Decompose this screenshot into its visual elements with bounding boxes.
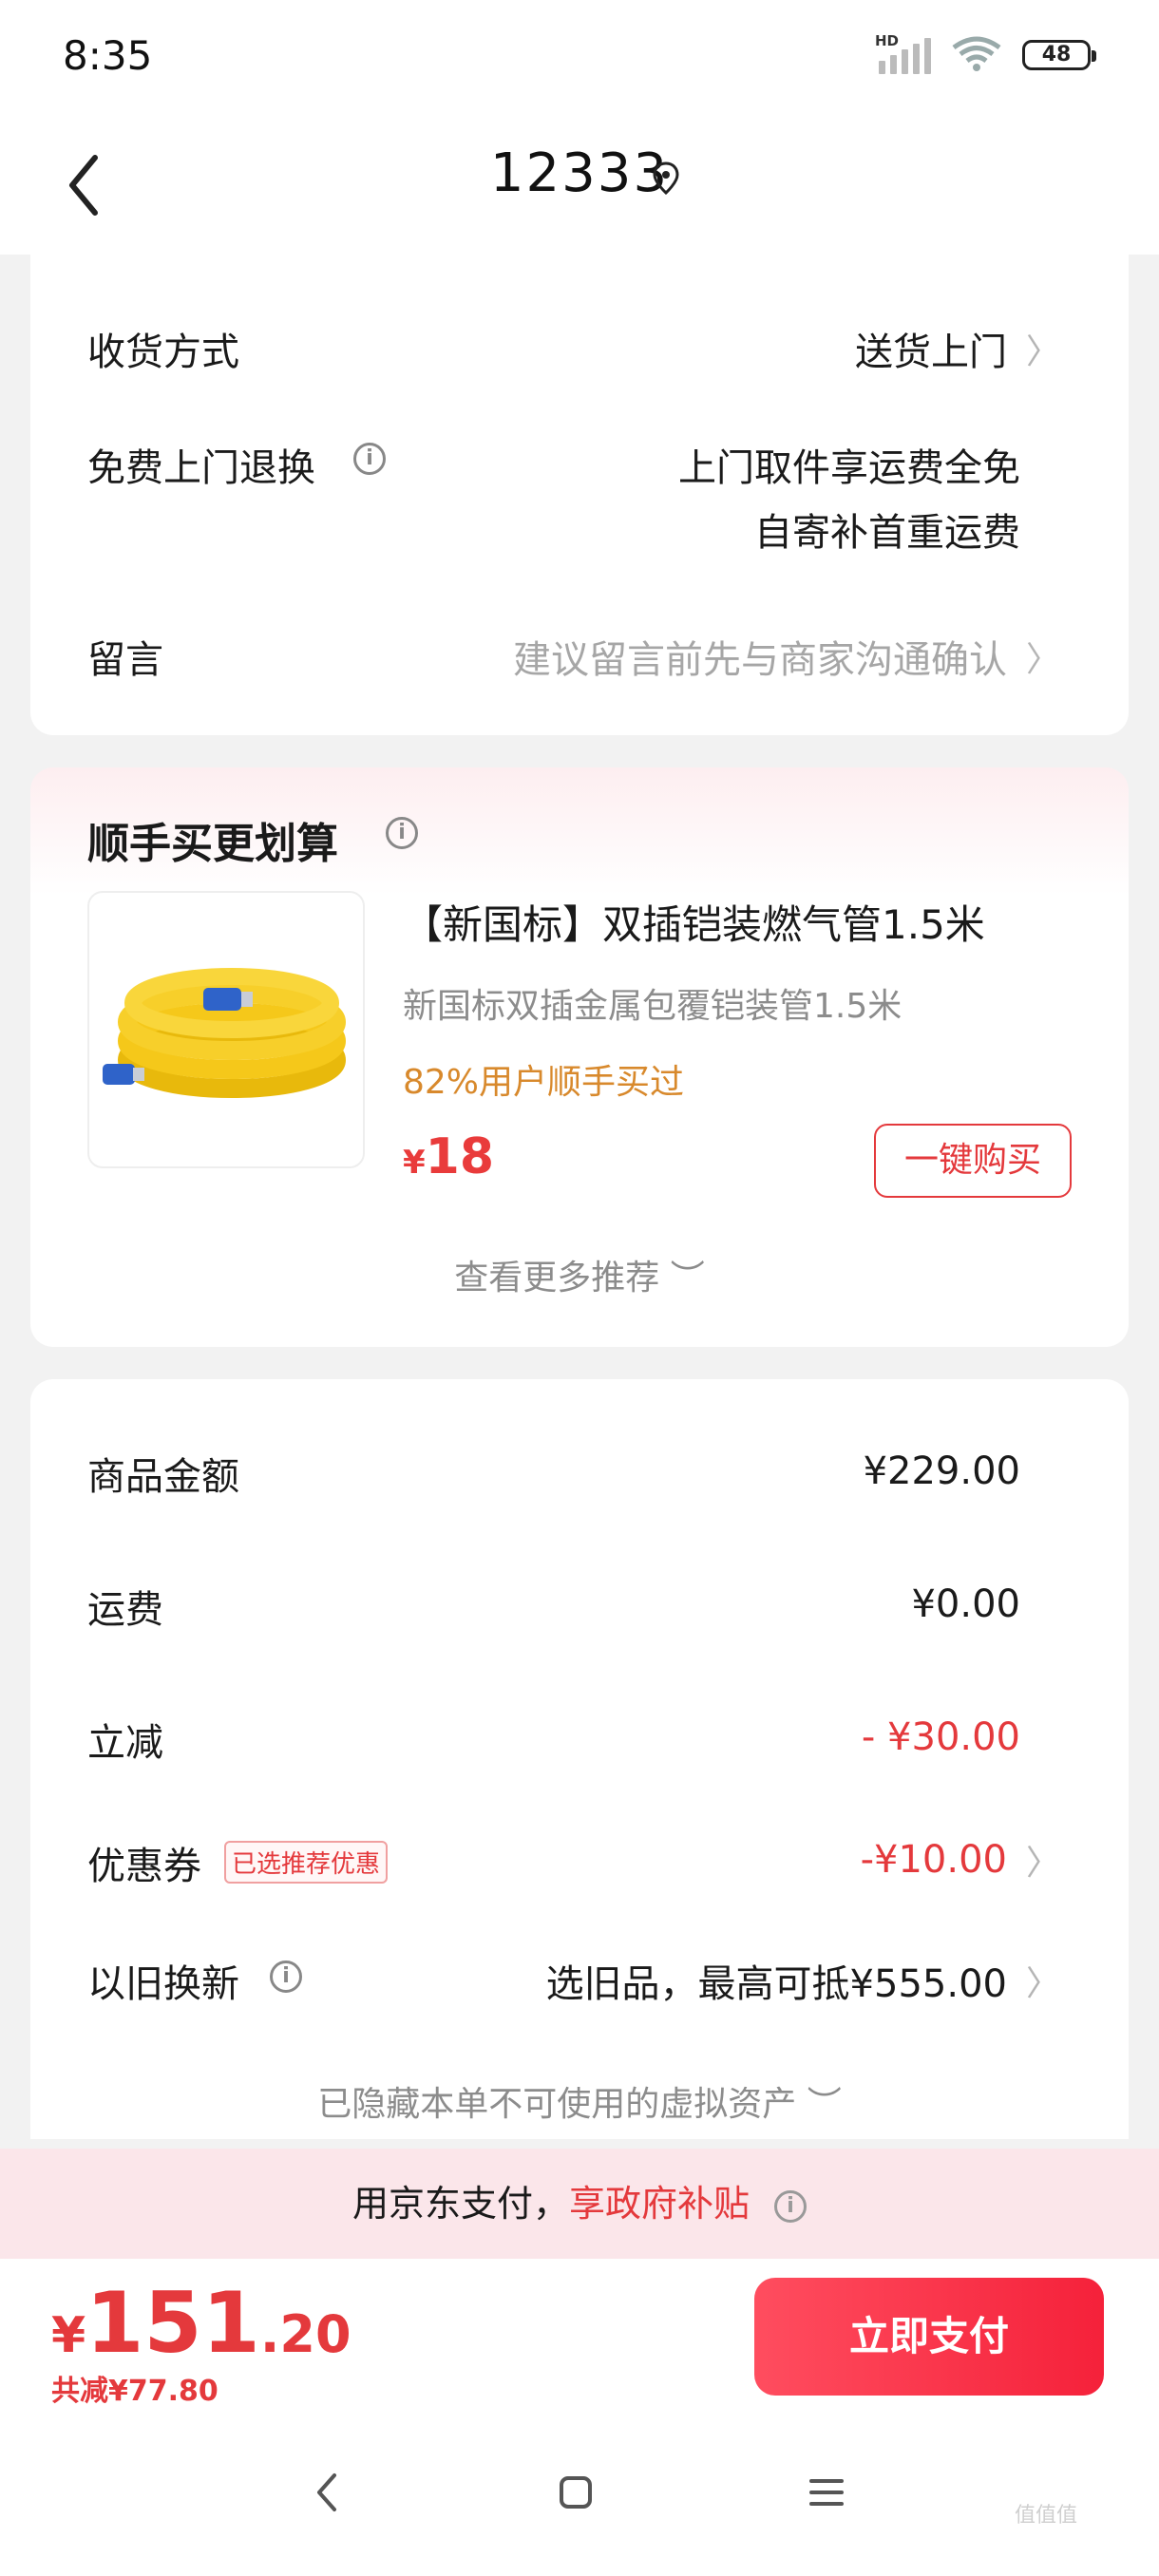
delivery-method-selector[interactable]: 送货上门 〉 xyxy=(855,321,1060,376)
info-icon[interactable]: i xyxy=(386,817,418,849)
info-icon[interactable]: i xyxy=(774,2189,808,2223)
product-image[interactable] xyxy=(87,891,365,1168)
pay-now-button[interactable]: 立即支付 xyxy=(754,2278,1104,2396)
message-input[interactable]: 建议留言前先与商家沟通确认 〉 xyxy=(513,629,1060,684)
total-decimal: .20 xyxy=(259,2304,352,2364)
chevron-down-icon: ︶ xyxy=(807,2085,842,2124)
product-tag: 82%用户顺手买过 xyxy=(403,1063,685,1102)
system-home-icon[interactable] xyxy=(559,2475,593,2510)
one-click-buy-button[interactable]: 一键购买 xyxy=(874,1124,1072,1198)
status-icons: HD 48 xyxy=(875,32,1096,74)
coupon-selector[interactable]: -¥10.00 〉 xyxy=(861,1835,1060,1885)
page-title: 12333 xyxy=(489,142,670,204)
price-currency: ¥ xyxy=(403,1144,426,1182)
trade-in-label: 以旧换新 xyxy=(87,1962,239,2006)
subsidy-banner[interactable]: 用京东支付，享政府补贴 i xyxy=(0,2149,1159,2259)
price-value: 18 xyxy=(425,1128,495,1185)
chevron-right-icon: 〉 xyxy=(1025,332,1060,371)
total-currency: ¥ xyxy=(51,2307,86,2364)
wifi-icon xyxy=(952,36,1001,71)
status-time: 8:35 xyxy=(63,32,153,79)
message-label: 留言 xyxy=(87,638,163,682)
chevron-right-icon: 〉 xyxy=(1025,640,1060,679)
more-recommendations-label: 查看更多推荐 xyxy=(454,1259,660,1297)
system-back-icon[interactable] xyxy=(314,2472,342,2513)
instant-discount-value: - ¥30.00 xyxy=(861,1715,1020,1759)
system-navigation xyxy=(0,2460,1159,2536)
more-recommendations-link[interactable]: 查看更多推荐 ︶ xyxy=(30,1250,1129,1299)
free-return-line2: 自寄补首重运费 xyxy=(754,511,1020,555)
product-price: ¥18 xyxy=(403,1128,494,1185)
coupon-label: 优惠券 xyxy=(87,1845,201,1888)
subsidy-highlight: 享政府补贴 xyxy=(568,2183,750,2225)
chevron-right-icon: 〉 xyxy=(1025,1964,1060,2003)
free-return-label: 免费上门退换 xyxy=(87,446,315,490)
signal-icon: HD xyxy=(875,32,931,74)
chevron-right-icon: 〉 xyxy=(1025,1844,1060,1883)
subsidy-prefix: 用京东支付， xyxy=(352,2183,569,2225)
trade-in-value: 选旧品，最高可抵¥555.00 xyxy=(545,1962,1007,2006)
recommendation-title: 顺手买更划算 xyxy=(87,820,338,868)
total-integer: 151 xyxy=(86,2274,260,2372)
message-placeholder: 建议留言前先与商家沟通确认 xyxy=(512,638,1007,682)
system-menu-icon[interactable] xyxy=(809,2477,844,2508)
info-icon[interactable]: i xyxy=(353,443,386,475)
chevron-down-icon: ︶ xyxy=(670,1259,705,1297)
goods-amount-value: ¥229.00 xyxy=(863,1449,1020,1493)
signal-label: HD xyxy=(875,32,900,49)
watermark: 值值值 xyxy=(1015,2504,1078,2528)
delivery-method-value: 送货上门 xyxy=(854,331,1007,374)
product-subtitle: 新国标双插金属包覆铠装管1.5米 xyxy=(403,987,902,1026)
location-pin-icon[interactable] xyxy=(652,161,680,196)
delivery-method-label: 收货方式 xyxy=(87,331,239,374)
battery-icon: 48 xyxy=(1022,40,1096,70)
free-return-line1: 上门取件享运费全免 xyxy=(678,446,1020,490)
instant-discount-label: 立减 xyxy=(87,1721,163,1765)
hidden-assets-toggle[interactable]: 已隐藏本单不可使用的虚拟资产 ︶ xyxy=(30,2076,1129,2126)
coupon-badge: 已选推荐优惠 xyxy=(224,1841,389,1884)
shipping-fee-label: 运费 xyxy=(87,1588,163,1632)
total-price: ¥151.20 xyxy=(51,2274,352,2372)
info-icon[interactable]: i xyxy=(270,1960,302,1993)
shipping-fee-value: ¥0.00 xyxy=(911,1582,1020,1626)
gas-hose-image xyxy=(103,968,346,1098)
total-saved: 共减¥77.80 xyxy=(51,2375,218,2408)
hidden-assets-label: 已隐藏本单不可使用的虚拟资产 xyxy=(317,2085,797,2124)
product-name[interactable]: 【新国标】双插铠装燃气管1.5米 xyxy=(403,893,985,951)
trade-in-selector[interactable]: 选旧品，最高可抵¥555.00 〉 xyxy=(546,1953,1060,2008)
coupon-value: -¥10.00 xyxy=(860,1838,1007,1882)
goods-amount-label: 商品金额 xyxy=(87,1455,239,1499)
